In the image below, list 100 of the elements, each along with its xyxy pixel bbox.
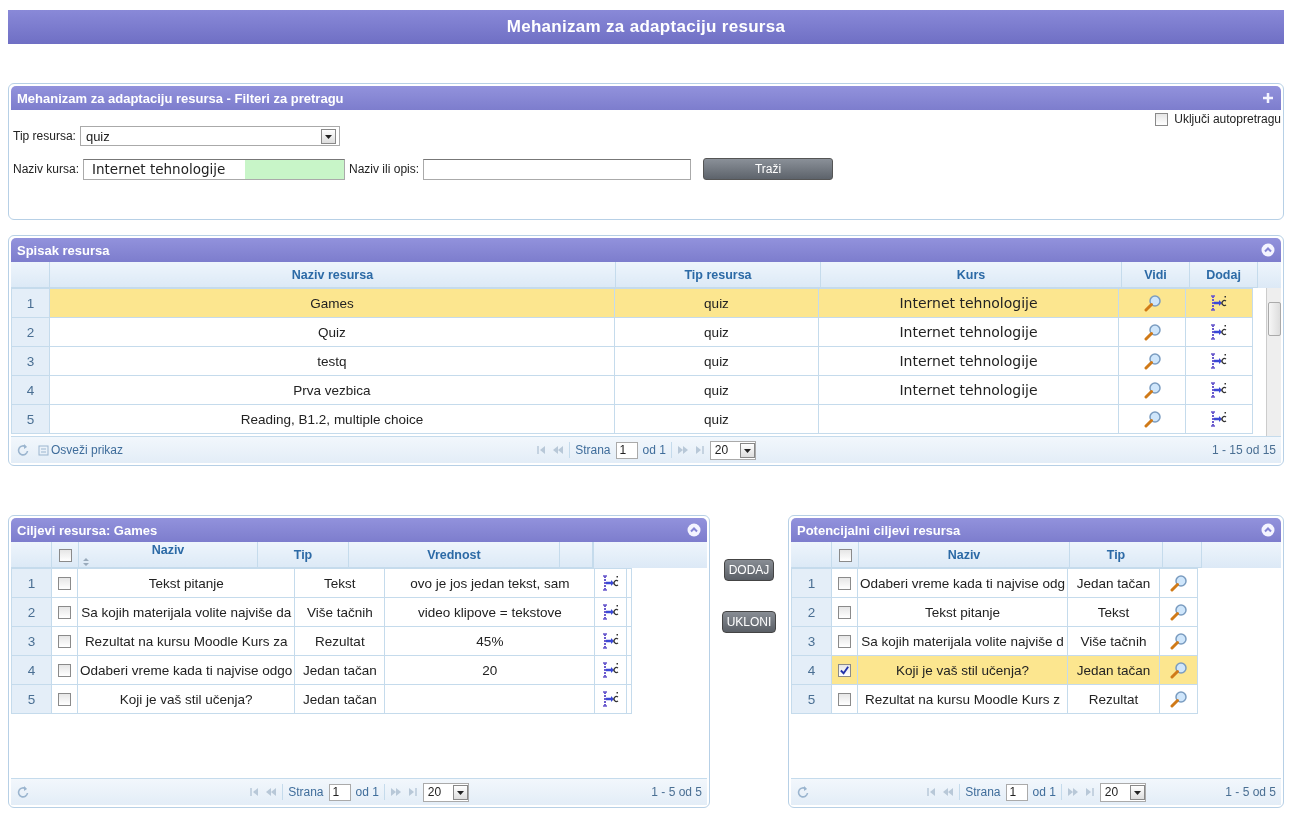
row-number: 5 xyxy=(807,691,816,707)
row-checkbox[interactable] xyxy=(838,693,851,707)
magnifier-icon[interactable] xyxy=(1170,661,1187,679)
last-page-icon xyxy=(693,444,705,456)
search-button[interactable]: Traži xyxy=(703,158,834,180)
course-name-field[interactable]: Internet tehnologije xyxy=(83,158,346,180)
collapse-icon[interactable] xyxy=(1261,243,1275,257)
row-checkbox[interactable] xyxy=(838,606,851,620)
hierarchy-icon[interactable] xyxy=(1210,410,1228,428)
row-number: 3 xyxy=(27,633,36,649)
next-page-icon xyxy=(676,444,689,456)
page-label: Strana xyxy=(288,785,324,799)
table-row[interactable]: 2 Quiz quiz Internet tehnologije xyxy=(11,317,1253,347)
table-cell: Jedan tačan xyxy=(303,662,377,678)
record-count: 1 - 15 od 15 xyxy=(1211,443,1276,457)
name-or-description-field[interactable] xyxy=(423,158,692,180)
table-cell: Tekst xyxy=(324,575,356,591)
page-number-field[interactable]: 1 xyxy=(615,441,638,459)
table-row[interactable]: 3 testq quiz Internet tehnologije xyxy=(11,346,1253,376)
column-header[interactable]: Vrednost xyxy=(427,547,481,562)
magnifier-icon[interactable] xyxy=(1170,603,1187,621)
row-checkbox[interactable] xyxy=(58,606,71,620)
panel-title: Mehanizam za adaptaciju resursa - Filteri za pretragu xyxy=(17,90,344,106)
magnifier-icon[interactable] xyxy=(1170,690,1187,708)
table-row[interactable]: 5 Reading, B1.2, multiple choice quiz xyxy=(11,404,1253,434)
magnifier-icon[interactable] xyxy=(1143,381,1161,399)
hierarchy-icon[interactable] xyxy=(1210,381,1228,399)
row-checkbox[interactable] xyxy=(58,693,71,707)
table-row[interactable]: 2 Sa kojih materijala volite najviše da Više tačnih video klipove = tekstove xyxy=(11,597,632,627)
page-count: od 1 xyxy=(1032,785,1056,799)
select-all-checkbox[interactable] xyxy=(838,548,852,562)
refresh-icon[interactable] xyxy=(796,785,810,799)
magnifier-icon[interactable] xyxy=(1143,294,1161,312)
autosearch-checkbox[interactable] xyxy=(1155,112,1169,126)
table-cell: Rezultat xyxy=(315,633,365,649)
row-checkbox[interactable] xyxy=(838,664,851,678)
hierarchy-icon[interactable] xyxy=(601,574,620,592)
table-cell: Tekst pitanje xyxy=(924,604,1000,620)
magnifier-icon[interactable] xyxy=(1143,410,1161,428)
table-row[interactable]: 4 Prva vezbica quiz Internet tehnologije xyxy=(11,375,1253,405)
magnifier-icon[interactable] xyxy=(1143,352,1161,370)
table-cell: 45% xyxy=(476,633,504,649)
table-row[interactable]: 1 Tekst pitanje Tekst ovo je jos jedan tekst, sam xyxy=(11,568,632,598)
refresh-view-button[interactable]: Osveži prikaz xyxy=(38,443,124,457)
magnifier-icon[interactable] xyxy=(1170,574,1187,592)
refresh-icon[interactable] xyxy=(16,785,30,799)
table-cell: Jedan tačan xyxy=(1076,662,1151,678)
table-cell: quiz xyxy=(704,353,729,369)
last-page-icon xyxy=(1083,786,1095,798)
page-number-field[interactable]: 1 xyxy=(328,783,351,801)
expand-icon[interactable] xyxy=(1261,91,1275,105)
panel-title: Potencijalni ciljevi resursa xyxy=(797,522,961,538)
magnifier-icon[interactable] xyxy=(1170,632,1187,650)
row-number: 2 xyxy=(27,604,36,620)
collapse-icon[interactable] xyxy=(687,523,701,537)
page-count: od 1 xyxy=(642,443,666,457)
hierarchy-icon[interactable] xyxy=(601,632,620,650)
hierarchy-icon[interactable] xyxy=(1210,323,1228,341)
hierarchy-icon[interactable] xyxy=(601,661,620,679)
page-size-dropdown[interactable]: 20 xyxy=(1099,782,1146,802)
page-size-dropdown[interactable]: 20 xyxy=(422,782,469,802)
hierarchy-icon[interactable] xyxy=(601,690,620,708)
resource-type-dropdown[interactable]: quiz xyxy=(79,126,340,146)
column-header[interactable]: Dodaj xyxy=(1206,267,1241,282)
field-label: Naziv ili opis: xyxy=(349,162,420,176)
column-header[interactable]: Naziv xyxy=(151,542,185,557)
row-checkbox[interactable] xyxy=(58,664,71,678)
select-all-checkbox[interactable] xyxy=(58,548,72,562)
page-number-field[interactable]: 1 xyxy=(1005,783,1028,801)
column-header[interactable]: Tip xyxy=(1106,547,1126,562)
scrollbar[interactable] xyxy=(1266,288,1281,436)
table-row[interactable]: 1 Games quiz Internet tehnologije xyxy=(11,288,1253,318)
hierarchy-icon[interactable] xyxy=(1210,294,1228,312)
table-cell: video klipove = tekstove xyxy=(418,604,562,620)
row-number: 5 xyxy=(26,411,35,427)
table-row[interactable]: 5 Koji je vaš stil učenja? Jedan tačan xyxy=(11,684,632,714)
refresh-icon[interactable] xyxy=(16,443,30,457)
row-checkbox[interactable] xyxy=(838,577,851,591)
move-button[interactable]: UKLONI xyxy=(721,611,777,633)
previous-page-icon xyxy=(265,786,278,798)
row-checkbox[interactable] xyxy=(58,577,71,591)
row-checkbox[interactable] xyxy=(838,635,851,649)
table-row[interactable]: 3 Rezultat na kursu Moodle Kurs za Rezultat 45% xyxy=(11,626,632,656)
hierarchy-icon[interactable] xyxy=(601,603,620,621)
field-label: Tip resursa: xyxy=(13,129,76,143)
column-header[interactable]: Naziv xyxy=(947,547,981,562)
hierarchy-icon[interactable] xyxy=(1210,352,1228,370)
column-header[interactable]: Naziv resursa xyxy=(291,267,374,282)
column-header[interactable]: Tip xyxy=(293,547,313,562)
page-size-dropdown[interactable]: 20 xyxy=(709,440,756,460)
column-header[interactable]: Vidi xyxy=(1144,267,1167,282)
table-row[interactable]: 4 Odaberi vreme kada ti najvise odgo Jedan tačan 20 xyxy=(11,655,632,685)
move-button[interactable]: DODAJ xyxy=(723,559,775,581)
collapse-icon[interactable] xyxy=(1261,523,1275,537)
column-header[interactable]: Kurs xyxy=(956,267,986,282)
check-mark-icon xyxy=(839,665,850,677)
table-cell: Tekst pitanje xyxy=(148,575,224,591)
magnifier-icon[interactable] xyxy=(1143,323,1161,341)
column-header[interactable]: Tip resursa xyxy=(684,267,752,282)
row-checkbox[interactable] xyxy=(58,635,71,649)
